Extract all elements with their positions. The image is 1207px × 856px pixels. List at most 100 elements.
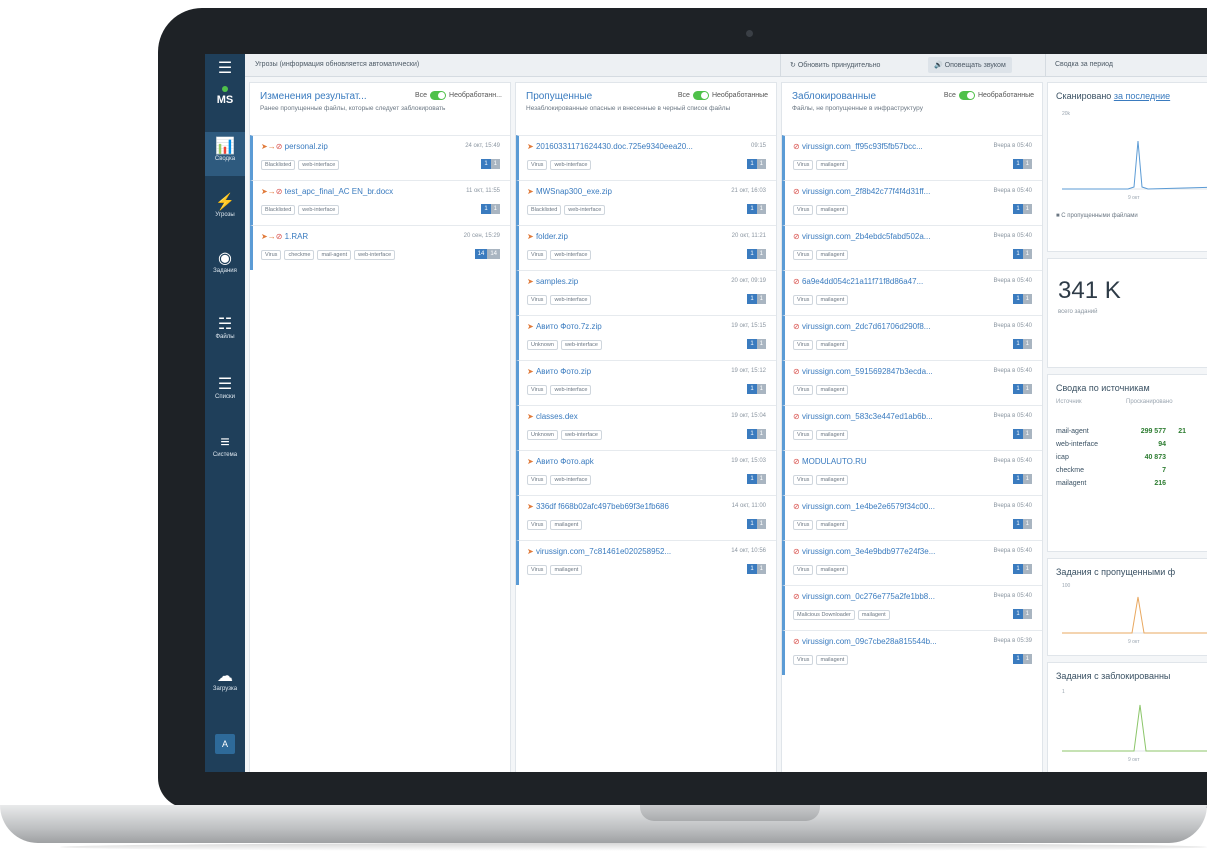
file-name-link[interactable]: ⊘ MODULAUTO.RU bbox=[793, 457, 968, 466]
card-time: 19 окт, 15:04 bbox=[731, 413, 766, 419]
count-b: 1 bbox=[490, 159, 500, 169]
threat-card[interactable]: ⊘ virussign.com_583c3e447ed1ab6b... Вчера… bbox=[782, 405, 1042, 450]
file-name-link[interactable]: ⊘ virussign.com_2b4ebdc5fabd502a... bbox=[793, 232, 968, 241]
missed-icon: ➤ bbox=[527, 232, 534, 241]
notify-sound-button[interactable]: 🔊 Оповещать звуком bbox=[928, 57, 1012, 73]
threat-card[interactable]: ⊘ virussign.com_3e4e9bdb977e24f3e... Вчер… bbox=[782, 540, 1042, 585]
filter-toggle[interactable] bbox=[430, 91, 447, 100]
file-name-link[interactable]: ➤ classes.dex bbox=[527, 412, 702, 421]
sidebar-item-threats[interactable]: ⚡ Угрозы bbox=[205, 194, 245, 218]
card-time: 14 окт, 11:00 bbox=[731, 503, 766, 509]
threat-card[interactable]: ⊘ virussign.com_2b4ebdc5fabd502a... Вчера… bbox=[782, 225, 1042, 270]
count-a: 1 bbox=[1013, 249, 1023, 259]
filter-toggle[interactable] bbox=[958, 91, 975, 100]
sidebar-item-label: Списки bbox=[215, 394, 235, 400]
file-name: personal.zip bbox=[284, 142, 328, 151]
threat-card[interactable]: ➤ virussign.com_7c81461e020258952... 14 о… bbox=[516, 540, 776, 585]
column-filter[interactable]: Все Необработанные bbox=[944, 91, 1034, 100]
file-name-link[interactable]: ⊘ 6a9e4dd054c21a11f71f8d86a47... bbox=[793, 277, 968, 286]
source-tag: web-interface bbox=[550, 295, 592, 305]
count-badge: 11 bbox=[1013, 654, 1032, 664]
avatar[interactable]: A bbox=[215, 734, 235, 754]
threat-card[interactable]: ⊘ virussign.com_2dc7d61706d290f8... Вчера… bbox=[782, 315, 1042, 360]
source-tag: mailagent bbox=[816, 655, 849, 665]
threat-card[interactable]: ➤→⊘ personal.zip 24 окт, 15:49 Blacklisted… bbox=[250, 135, 510, 180]
file-name-link[interactable]: ➤ Авито Фото.7z.zip bbox=[527, 322, 702, 331]
sidebar-item-system[interactable]: ≡ Система bbox=[205, 434, 245, 458]
file-name-link[interactable]: ➤→⊘ test_apc_final_AC EN_br.docx bbox=[261, 187, 436, 196]
source-tag: web-interface bbox=[550, 475, 592, 485]
threat-card[interactable]: ➤ Авито Фото.7z.zip 19 окт, 15:15 Unknown w… bbox=[516, 315, 776, 360]
threat-card[interactable]: ➤ 336df f668b02afc497beb69f3e1fb686 14 ок… bbox=[516, 495, 776, 540]
missed-sparkline: 100 9 окт bbox=[1062, 583, 1207, 645]
source-tag: Blacklisted bbox=[261, 160, 296, 170]
file-name-link[interactable]: ➤ samples.zip bbox=[527, 277, 702, 286]
tag-list: Virus web-interface bbox=[527, 160, 592, 170]
file-name-link[interactable]: ➤→⊘ 1.RAR bbox=[261, 232, 436, 241]
file-name-link[interactable]: ➤ MWSnap300_exe.zip bbox=[527, 187, 702, 196]
threat-card[interactable]: ➤ MWSnap300_exe.zip 21 окт, 16:03 Blacklis… bbox=[516, 180, 776, 225]
toolbar: Угрозы (информация обновляется автоматич… bbox=[245, 54, 1207, 77]
threat-card[interactable]: ⊘ virussign.com_09c7cbe28a815544b... Вчер… bbox=[782, 630, 1042, 675]
refresh-button[interactable]: ↻ Обновить принудительно bbox=[790, 61, 880, 69]
threat-card[interactable]: ➤ folder.zip 20 окт, 11:21 Virus web-interf… bbox=[516, 225, 776, 270]
file-name-link[interactable]: ⊘ virussign.com_2dc7d61706d290f8... bbox=[793, 322, 968, 331]
threat-card[interactable]: ⊘ virussign.com_ff95c93f5fb57bcc... Вчера… bbox=[782, 135, 1042, 180]
period-link[interactable]: за последние bbox=[1114, 91, 1170, 101]
file-name-link[interactable]: ➤→⊘ personal.zip bbox=[261, 142, 436, 151]
tag-list: Blacklisted web-interface bbox=[261, 205, 340, 215]
column-filter[interactable]: Все Необработанн... bbox=[415, 91, 502, 100]
file-name-link[interactable]: ⊘ virussign.com_3e4e9bdb977e24f3e... bbox=[793, 547, 968, 556]
threat-card[interactable]: ⊘ virussign.com_5915692847b3ecda... Вчера… bbox=[782, 360, 1042, 405]
sidebar-item-summary[interactable]: 📊 Сводка bbox=[205, 132, 245, 176]
source-tag: mailagent bbox=[816, 520, 849, 530]
blocked-icon: ⊘ bbox=[793, 187, 800, 196]
count-b: 14 bbox=[487, 249, 500, 259]
file-name-link[interactable]: ➤ Авито Фото.apk bbox=[527, 457, 702, 466]
summary-period-title: Сводка за период bbox=[1055, 61, 1113, 68]
threat-card[interactable]: ➤→⊘ test_apc_final_AC EN_br.docx 11 окт, … bbox=[250, 180, 510, 225]
threat-card[interactable]: ➤ Авито Фото.apk 19 окт, 15:03 Virus web-in… bbox=[516, 450, 776, 495]
sidebar-item-upload[interactable]: ☁ Загрузка bbox=[205, 668, 245, 692]
sidebar-item-lists[interactable]: ☰ Списки bbox=[205, 376, 245, 400]
file-name-link[interactable]: ➤ virussign.com_7c81461e020258952... bbox=[527, 547, 702, 556]
file-name-link[interactable]: ➤ folder.zip bbox=[527, 232, 702, 241]
file-name-link[interactable]: ⊘ virussign.com_09c7cbe28a815544b... bbox=[793, 637, 968, 646]
file-name-link[interactable]: ⊘ virussign.com_5915692847b3ecda... bbox=[793, 367, 968, 376]
threat-card[interactable]: ➤ Авито Фото.zip 19 окт, 15:12 Virus web-in… bbox=[516, 360, 776, 405]
menu-icon[interactable]: ☰ bbox=[205, 60, 245, 78]
file-name-link[interactable]: ➤ Авито Фото.zip bbox=[527, 367, 702, 376]
threat-card[interactable]: ⊘ MODULAUTO.RU Вчера в 05:40 Virus mailagen… bbox=[782, 450, 1042, 495]
column-header: Пропущенные Все Необработанные Незаблоки… bbox=[516, 83, 776, 135]
threat-card[interactable]: ⊘ virussign.com_2f8b42c77f4f4d31ff... Вче… bbox=[782, 180, 1042, 225]
source-tag: Blacklisted bbox=[261, 205, 296, 215]
source-tag: Virus bbox=[793, 430, 814, 440]
file-name-link[interactable]: ➤ 336df f668b02afc497beb69f3e1fb686 bbox=[527, 502, 702, 511]
chart-legend[interactable]: ■ С пропущенными файлами bbox=[1048, 211, 1207, 221]
blocked-tasks-title: Задания с заблокированны bbox=[1056, 671, 1171, 681]
file-name-link[interactable]: ⊘ virussign.com_ff95c93f5fb57bcc... bbox=[793, 142, 968, 151]
scanned-title: Сканировано за последние bbox=[1048, 83, 1207, 101]
threat-card[interactable]: ⊘ 6a9e4dd054c21a11f71f8d86a47... Вчера в … bbox=[782, 270, 1042, 315]
threat-card[interactable]: ➤ samples.zip 20 окт, 09:19 Virus web-inter… bbox=[516, 270, 776, 315]
threat-card[interactable]: ➤ 20160331171624430.doc.725e9340eea20...… bbox=[516, 135, 776, 180]
column-filter[interactable]: Все Необработанные bbox=[678, 91, 768, 100]
blocked-icon: ⊘ bbox=[793, 142, 800, 151]
threat-card[interactable]: ⊘ virussign.com_1e4be2e6579f34c00... Вчер… bbox=[782, 495, 1042, 540]
file-name: virussign.com_583c3e447ed1ab6b... bbox=[801, 412, 933, 421]
threat-card[interactable]: ⊘ virussign.com_0c276e775a2fe1bb8... Вчер… bbox=[782, 585, 1042, 630]
file-name-link[interactable]: ⊘ virussign.com_1e4be2e6579f34c00... bbox=[793, 502, 968, 511]
file-name-link[interactable]: ⊘ virussign.com_583c3e447ed1ab6b... bbox=[793, 412, 968, 421]
threat-card[interactable]: ➤ classes.dex 19 окт, 15:04 Unknown web-int… bbox=[516, 405, 776, 450]
card-time: Вчера в 05:40 bbox=[993, 593, 1032, 599]
sidebar-item-tasks[interactable]: ◉ Задания bbox=[205, 250, 245, 274]
card-time: Вчера в 05:40 bbox=[993, 368, 1032, 374]
threat-card[interactable]: ➤→⊘ 1.RAR 20 сен, 15:29 Virus checkme mail-a… bbox=[250, 225, 510, 270]
file-name-link[interactable]: ➤ 20160331171624430.doc.725e9340eea20... bbox=[527, 142, 702, 151]
card-time: 24 окт, 15:49 bbox=[465, 143, 500, 149]
file-name-link[interactable]: ⊘ virussign.com_2f8b42c77f4f4d31ff... bbox=[793, 187, 968, 196]
source-name: web-interface bbox=[1056, 441, 1099, 448]
sidebar-item-files[interactable]: ☵ Файлы bbox=[205, 316, 245, 340]
file-name-link[interactable]: ⊘ virussign.com_0c276e775a2fe1bb8... bbox=[793, 592, 968, 601]
filter-toggle[interactable] bbox=[692, 91, 709, 100]
